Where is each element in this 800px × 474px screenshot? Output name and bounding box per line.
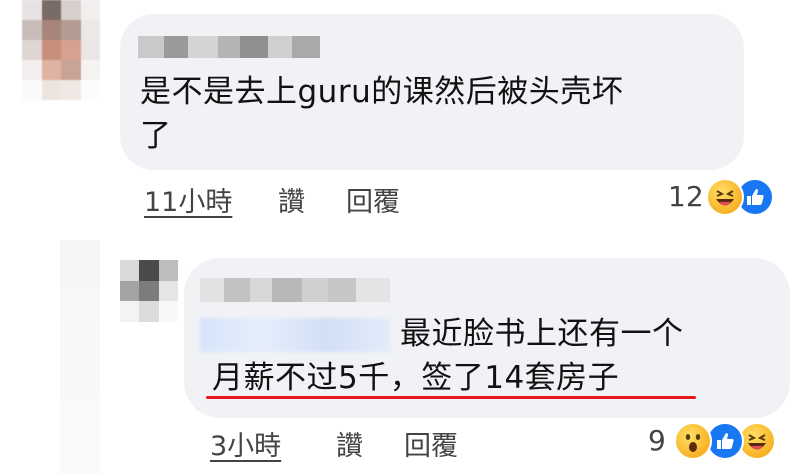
like-button[interactable]: 讚 xyxy=(336,424,363,463)
comment-text: 了 xyxy=(140,118,172,154)
comment-timestamp[interactable]: 11小時 xyxy=(144,180,232,219)
commenter-name-redacted[interactable] xyxy=(200,278,390,302)
commenter-name-redacted[interactable] xyxy=(138,36,320,58)
reaction-count[interactable]: 9 xyxy=(648,424,666,457)
wow-react-icon xyxy=(674,422,712,460)
comment-text: 是不是去上guru的课然后被头壳坏 xyxy=(140,74,624,110)
avatar[interactable] xyxy=(22,0,100,100)
mention-tag-redacted[interactable] xyxy=(200,318,390,352)
thread-connector xyxy=(60,240,100,474)
avatar[interactable] xyxy=(120,260,178,322)
like-button[interactable]: 讚 xyxy=(278,180,305,219)
comment-timestamp[interactable]: 3小時 xyxy=(210,424,281,463)
laugh-react-icon xyxy=(706,178,744,216)
comment-text: 月薪不过5千，签了14套房子 xyxy=(212,360,620,396)
red-underline-annotation xyxy=(206,396,696,399)
comment-text: 最近脸书上还有一个 xyxy=(400,316,684,352)
reaction-count[interactable]: 12 xyxy=(668,180,704,213)
reply-button[interactable]: 回覆 xyxy=(404,424,458,463)
reply-button[interactable]: 回覆 xyxy=(346,180,400,219)
